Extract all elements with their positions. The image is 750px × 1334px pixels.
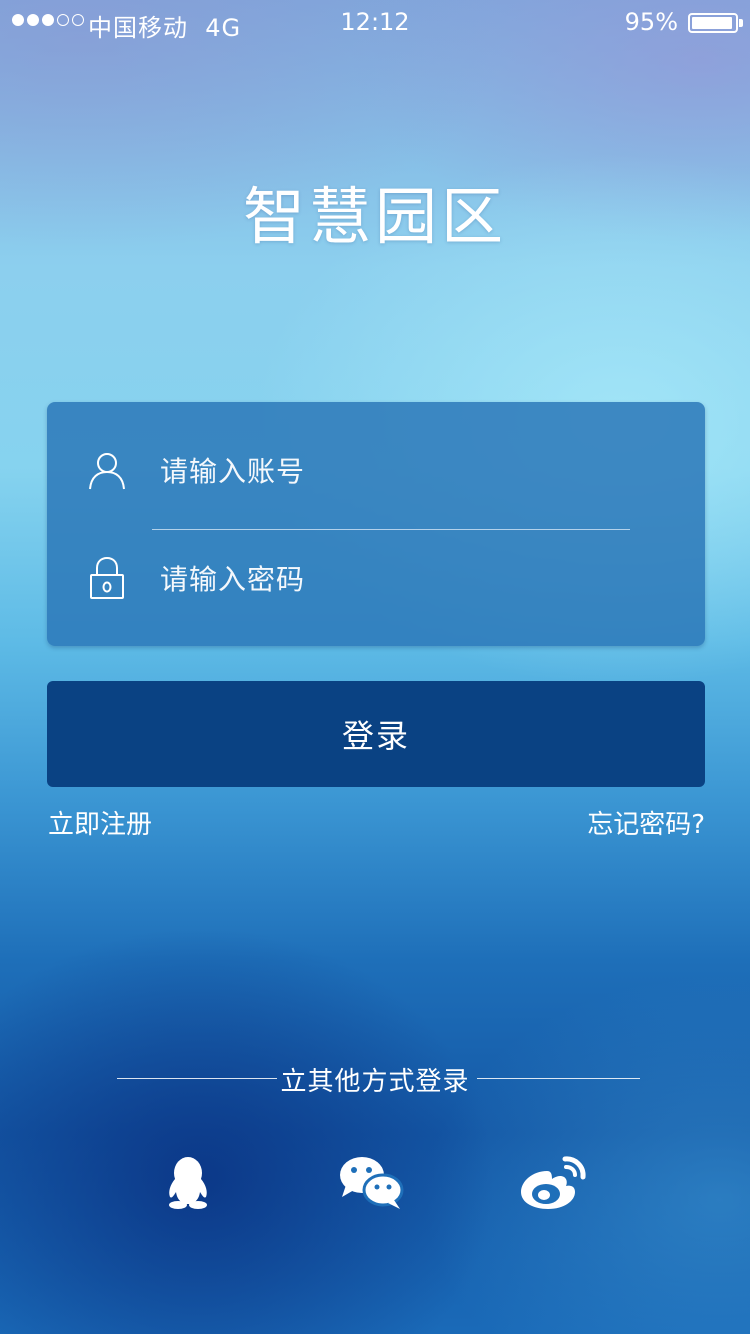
app-title: 智慧园区 [242,180,507,253]
other-login-divider: 立其他方式登录 [0,1060,750,1100]
lock-icon [87,556,127,600]
password-input[interactable]: 请输入密码 [160,558,305,598]
qq-icon [162,1155,214,1215]
battery-tip [739,19,743,27]
battery-percent: 95% [624,8,678,36]
login-form-card: 请输入账号 请输入密码 [47,402,705,646]
qq-login-button[interactable] [153,1150,223,1220]
weibo-icon [519,1155,587,1215]
wechat-login-button[interactable] [336,1150,406,1220]
weibo-login-button[interactable] [518,1150,588,1220]
login-button[interactable]: 登录 [47,681,705,787]
divider-line-right [477,1078,640,1079]
register-link[interactable]: 立即注册 [48,804,152,841]
battery-icon [688,13,738,33]
status-bar: 中国移动 4G 12:12 95% [0,0,750,44]
username-input[interactable]: 请输入账号 [160,450,305,490]
password-field[interactable]: 请输入密码 [47,548,705,608]
user-icon [87,448,127,492]
username-field[interactable]: 请输入账号 [47,440,705,500]
field-divider [152,529,630,530]
battery-fill [692,17,732,29]
other-login-label: 立其他方式登录 [280,1067,470,1097]
forgot-password-link[interactable]: 忘记密码? [587,804,705,841]
wechat-icon [338,1155,404,1215]
